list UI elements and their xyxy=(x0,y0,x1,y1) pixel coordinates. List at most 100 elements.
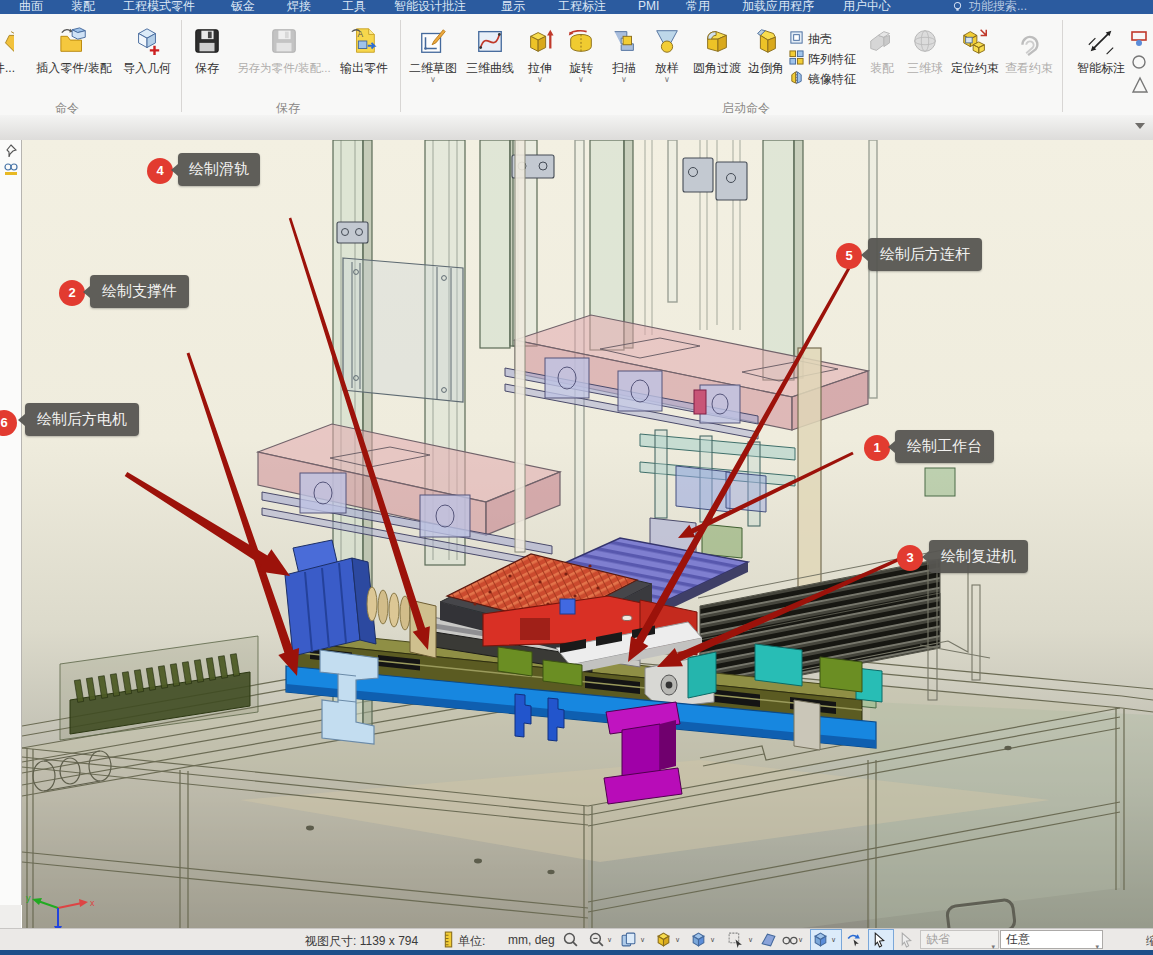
light-bulb-icon xyxy=(952,1,963,12)
collapse-arrow-icon[interactable] xyxy=(1135,123,1145,129)
shell-icon xyxy=(789,30,804,45)
zoom-window-icon[interactable] xyxy=(588,931,605,948)
unit-value: mm, deg xyxy=(508,933,555,947)
menu-item-user-center[interactable]: 用户中心 xyxy=(843,0,891,13)
view-rotate-icon[interactable] xyxy=(727,931,744,948)
menu-item-surface[interactable]: 曲面 xyxy=(19,0,43,13)
menu-item-display[interactable]: 显示 xyxy=(501,0,525,13)
position-constraint-button[interactable]: 定位约束 xyxy=(949,26,1001,75)
viewport-3d[interactable]: y x z xyxy=(22,140,1153,928)
position-constraint-icon xyxy=(959,26,991,56)
function-search[interactable]: 功能搜索... xyxy=(969,0,1027,13)
menu-item-load-apps[interactable]: 加载应用程序 xyxy=(742,0,814,13)
menu-item-common[interactable]: 常用 xyxy=(686,0,710,13)
support-pillar xyxy=(794,700,820,750)
bottom-edge-bar xyxy=(0,950,1153,955)
cad-model-canvas[interactable]: y x z xyxy=(22,140,1153,928)
pan-view-icon[interactable] xyxy=(620,931,637,948)
zoom-all-icon[interactable] xyxy=(562,931,579,948)
status-bar: 视图尺寸: 1139 x 794 单位: mm, deg ∨ ∨ ∨ ∨ ∨ ∨… xyxy=(0,928,1153,951)
annotation-1-number: 1 xyxy=(864,435,890,461)
save-as-icon xyxy=(268,26,300,56)
view-constraint-button[interactable]: 查看约束 xyxy=(1003,26,1055,75)
import-geometry-icon xyxy=(131,26,163,56)
annotation-2-number: 2 xyxy=(59,280,85,306)
insert-part-button[interactable]: 插入零件/装配 xyxy=(28,26,120,75)
menu-item-part-mode[interactable]: 工程模式零件 xyxy=(123,0,195,13)
insert-part-icon xyxy=(58,26,90,56)
ball-3d-icon xyxy=(909,26,941,56)
sidebar-footer xyxy=(0,905,21,928)
pattern-icon xyxy=(789,50,804,65)
mirror-icon xyxy=(789,70,804,85)
loft-button[interactable]: 放样∨ xyxy=(646,26,688,84)
smart-dimension-button[interactable]: 智能标注 xyxy=(1074,26,1128,75)
sweep-button[interactable]: 扫描∨ xyxy=(603,26,645,84)
curve-3d-button[interactable]: 三维曲线 xyxy=(463,26,517,75)
file-icon xyxy=(0,26,14,56)
assemble-button[interactable]: 装配 xyxy=(861,26,903,75)
undo-view-icon[interactable] xyxy=(845,931,862,948)
save-button[interactable]: 保存 xyxy=(186,26,228,75)
select-cursor-icon xyxy=(871,931,888,948)
unit-label: 单位: xyxy=(458,933,485,950)
view-constraint-icon xyxy=(1013,26,1045,56)
any-combo[interactable]: 任意▾ xyxy=(1000,930,1103,949)
loft-icon xyxy=(651,26,683,56)
import-geometry-button[interactable]: 导入几何 xyxy=(118,26,176,75)
export-part-button[interactable]: A 输出零件 xyxy=(336,26,392,75)
menu-item-tools[interactable]: 工具 xyxy=(342,0,366,13)
right-partial-text: 缩 xyxy=(1146,933,1153,950)
menu-item-smart-notes[interactable]: 智能设计批注 xyxy=(394,0,466,13)
view-iso-icon[interactable] xyxy=(655,931,672,948)
fillet-button[interactable]: 圆角过渡 xyxy=(690,26,744,75)
select-cursor-disabled-icon xyxy=(898,931,915,948)
curve-3d-icon xyxy=(474,26,506,56)
annotation-5-label: 绘制后方连杆 xyxy=(868,238,982,271)
view-front-icon[interactable] xyxy=(690,931,707,948)
search-tree-icon[interactable] xyxy=(3,161,19,177)
menu-item-assembly[interactable]: 装配 xyxy=(71,0,95,13)
fillet-icon xyxy=(701,26,733,56)
annotation-4-label: 绘制滑轨 xyxy=(178,153,260,186)
default-combo[interactable]: 缺省▾ xyxy=(920,930,999,949)
extrude-icon xyxy=(524,26,556,56)
annotation-3-number: 3 xyxy=(897,545,923,571)
menu-bar: 曲面 装配 工程模式零件 钣金 焊接 工具 智能设计批注 显示 工程标注 PMI… xyxy=(0,0,1153,14)
sketch-2d-button[interactable]: 二维草图∨ xyxy=(406,26,460,84)
annotation-4-number: 4 xyxy=(147,158,173,184)
left-sidebar xyxy=(0,140,22,905)
ruler-icon xyxy=(440,931,457,948)
export-part-icon: A xyxy=(348,26,380,56)
chamfer-icon xyxy=(750,26,782,56)
sweep-icon xyxy=(608,26,640,56)
ribbon-toolbar: 文件... 插入零件/装配 导入几何 保存 另存为零件/装配... A 输出零件… xyxy=(0,14,1153,116)
sketch-2d-icon xyxy=(417,26,449,56)
ball-3d-button[interactable]: 三维球 xyxy=(902,26,948,75)
view-size-label: 视图尺寸: 1139 x 794 xyxy=(305,933,418,950)
assemble-icon xyxy=(866,26,898,56)
extrude-button[interactable]: 拉伸∨ xyxy=(519,26,561,84)
edge-icons[interactable] xyxy=(1130,30,1153,100)
vertical-rod xyxy=(515,140,525,552)
menu-item-eng-dim[interactable]: 工程标注 xyxy=(558,0,606,13)
menu-item-sheetmetal[interactable]: 钣金 xyxy=(231,0,255,13)
menu-item-pmi[interactable]: PMI xyxy=(638,0,659,13)
svg-text:x: x xyxy=(90,898,95,908)
visual-style-icon[interactable] xyxy=(781,931,798,948)
annotation-6-label: 绘制后方电机 xyxy=(25,403,139,436)
perspective-icon[interactable] xyxy=(760,931,777,948)
smart-dimension-icon xyxy=(1085,26,1117,56)
save-icon xyxy=(191,26,223,56)
pin-icon[interactable] xyxy=(4,144,17,157)
chamfer-button[interactable]: 边倒角 xyxy=(741,26,791,75)
render-mode-icon xyxy=(812,931,829,948)
ribbon-collapse-strip xyxy=(0,115,1153,141)
revolve-button[interactable]: 旋转∨ xyxy=(560,26,602,84)
annotation-2-label: 绘制支撑件 xyxy=(90,275,189,308)
annotation-1-label: 绘制工作台 xyxy=(895,430,994,463)
svg-text:y: y xyxy=(26,893,31,903)
file-button[interactable]: 文件... xyxy=(0,26,28,75)
save-as-button[interactable]: 另存为零件/装配... xyxy=(234,26,334,75)
menu-item-weld[interactable]: 焊接 xyxy=(287,0,311,13)
